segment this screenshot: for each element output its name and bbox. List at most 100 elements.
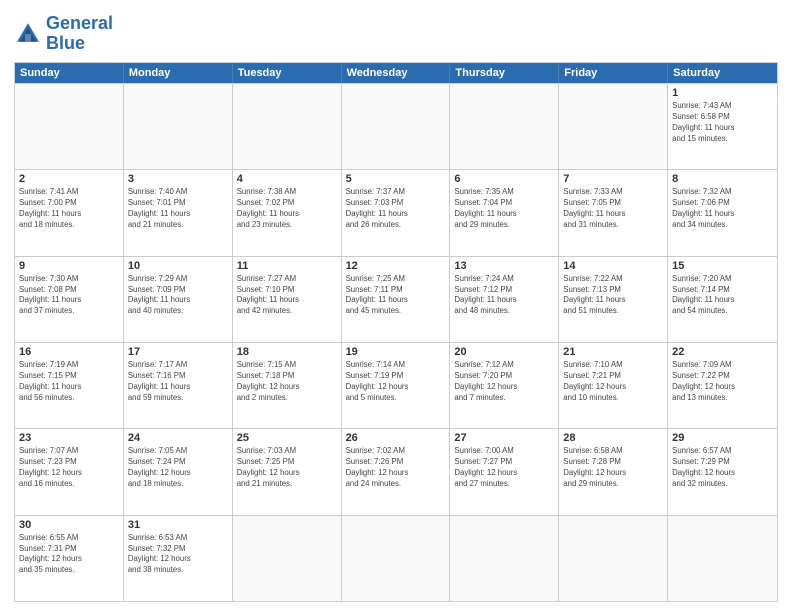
day-cell-14: 14 Sunrise: 7:22 AM Sunset: 7:13 PM Dayli… xyxy=(559,257,668,342)
logo-icon xyxy=(14,20,42,48)
empty-cell xyxy=(15,84,124,169)
calendar-week-6: 30Sunrise: 6:55 AM Sunset: 7:31 PM Dayli… xyxy=(15,515,777,601)
day-number: 10 xyxy=(128,260,228,272)
day-cell-21: 21Sunrise: 7:10 AM Sunset: 7:21 PM Dayli… xyxy=(559,343,668,428)
day-cell-5: 5 Sunrise: 7:37 AM Sunset: 7:03 PM Daylig… xyxy=(342,170,451,255)
day-number: 31 xyxy=(128,519,228,531)
day-number: 18 xyxy=(237,346,337,358)
day-cell-26: 26Sunrise: 7:02 AM Sunset: 7:26 PM Dayli… xyxy=(342,429,451,514)
sun-info: Sunrise: 7:17 AM Sunset: 7:16 PM Dayligh… xyxy=(128,360,228,404)
sun-info: Sunrise: 7:09 AM Sunset: 7:22 PM Dayligh… xyxy=(672,360,773,404)
day-cell-17: 17Sunrise: 7:17 AM Sunset: 7:16 PM Dayli… xyxy=(124,343,233,428)
day-cell-20: 20 Sunrise: 7:12 AM Sunset: 7:20 PM Dayli… xyxy=(450,343,559,428)
day-number: 29 xyxy=(672,432,773,444)
day-number: 5 xyxy=(346,173,446,185)
day-number: 30 xyxy=(19,519,119,531)
empty-cell xyxy=(450,516,559,601)
logo-text: GeneralBlue xyxy=(46,14,113,54)
day-number: 14 xyxy=(563,260,663,272)
empty-cell xyxy=(668,516,777,601)
sun-info: Sunrise: 7:33 AM Sunset: 7:05 PM Dayligh… xyxy=(563,187,663,231)
day-number: 12 xyxy=(346,260,446,272)
day-number: 15 xyxy=(672,260,773,272)
day-number: 28 xyxy=(563,432,663,444)
day-number: 19 xyxy=(346,346,446,358)
day-cell-3: 3 Sunrise: 7:40 AM Sunset: 7:01 PM Daylig… xyxy=(124,170,233,255)
day-number: 13 xyxy=(454,260,554,272)
day-cell-25: 25Sunrise: 7:03 AM Sunset: 7:25 PM Dayli… xyxy=(233,429,342,514)
sun-info: Sunrise: 7:19 AM Sunset: 7:15 PM Dayligh… xyxy=(19,360,119,404)
sun-info: Sunrise: 7:27 AM Sunset: 7:10 PM Dayligh… xyxy=(237,274,337,318)
col-header-monday: Monday xyxy=(124,63,233,83)
sun-info: Sunrise: 7:20 AM Sunset: 7:14 PM Dayligh… xyxy=(672,274,773,318)
day-number: 20 xyxy=(454,346,554,358)
day-cell-27: 27 Sunrise: 7:00 AM Sunset: 7:27 PM Dayli… xyxy=(450,429,559,514)
calendar-week-1: 1 Sunrise: 7:43 AM Sunset: 6:58 PM Daylig… xyxy=(15,83,777,169)
col-header-friday: Friday xyxy=(559,63,668,83)
empty-cell xyxy=(342,516,451,601)
sun-info: Sunrise: 6:57 AM Sunset: 7:29 PM Dayligh… xyxy=(672,446,773,490)
sun-info: Sunrise: 7:40 AM Sunset: 7:01 PM Dayligh… xyxy=(128,187,228,231)
sun-info: Sunrise: 7:24 AM Sunset: 7:12 PM Dayligh… xyxy=(454,274,554,318)
sun-info: Sunrise: 7:30 AM Sunset: 7:08 PM Dayligh… xyxy=(19,274,119,318)
empty-cell xyxy=(124,84,233,169)
day-number: 3 xyxy=(128,173,228,185)
day-cell-28: 28 Sunrise: 6:58 AM Sunset: 7:28 PM Dayli… xyxy=(559,429,668,514)
sun-info: Sunrise: 7:00 AM Sunset: 7:27 PM Dayligh… xyxy=(454,446,554,490)
day-cell-13: 13 Sunrise: 7:24 AM Sunset: 7:12 PM Dayli… xyxy=(450,257,559,342)
sun-info: Sunrise: 6:53 AM Sunset: 7:32 PM Dayligh… xyxy=(128,533,228,577)
day-number: 6 xyxy=(454,173,554,185)
day-number: 8 xyxy=(672,173,773,185)
day-cell-1: 1 Sunrise: 7:43 AM Sunset: 6:58 PM Daylig… xyxy=(668,84,777,169)
calendar-week-2: 2 Sunrise: 7:41 AM Sunset: 7:00 PM Daylig… xyxy=(15,169,777,255)
empty-cell xyxy=(342,84,451,169)
day-number: 11 xyxy=(237,260,337,272)
day-cell-31: 31 Sunrise: 6:53 AM Sunset: 7:32 PM Dayli… xyxy=(124,516,233,601)
col-header-sunday: Sunday xyxy=(15,63,124,83)
calendar: SundayMondayTuesdayWednesdayThursdayFrid… xyxy=(14,62,778,602)
sun-info: Sunrise: 7:41 AM Sunset: 7:00 PM Dayligh… xyxy=(19,187,119,231)
page-header: GeneralBlue xyxy=(14,14,778,54)
empty-cell xyxy=(233,516,342,601)
logo: GeneralBlue xyxy=(14,14,113,54)
day-number: 22 xyxy=(672,346,773,358)
empty-cell xyxy=(559,84,668,169)
sun-info: Sunrise: 7:03 AM Sunset: 7:25 PM Dayligh… xyxy=(237,446,337,490)
calendar-week-5: 23Sunrise: 7:07 AM Sunset: 7:23 PM Dayli… xyxy=(15,428,777,514)
day-cell-11: 11 Sunrise: 7:27 AM Sunset: 7:10 PM Dayli… xyxy=(233,257,342,342)
day-cell-10: 10 Sunrise: 7:29 AM Sunset: 7:09 PM Dayli… xyxy=(124,257,233,342)
day-cell-18: 18Sunrise: 7:15 AM Sunset: 7:18 PM Dayli… xyxy=(233,343,342,428)
day-cell-19: 19 Sunrise: 7:14 AM Sunset: 7:19 PM Dayli… xyxy=(342,343,451,428)
sun-info: Sunrise: 7:35 AM Sunset: 7:04 PM Dayligh… xyxy=(454,187,554,231)
calendar-week-3: 9 Sunrise: 7:30 AM Sunset: 7:08 PM Daylig… xyxy=(15,256,777,342)
sun-info: Sunrise: 7:22 AM Sunset: 7:13 PM Dayligh… xyxy=(563,274,663,318)
day-number: 27 xyxy=(454,432,554,444)
day-number: 4 xyxy=(237,173,337,185)
day-number: 2 xyxy=(19,173,119,185)
day-number: 9 xyxy=(19,260,119,272)
sun-info: Sunrise: 7:12 AM Sunset: 7:20 PM Dayligh… xyxy=(454,360,554,404)
day-cell-30: 30Sunrise: 6:55 AM Sunset: 7:31 PM Dayli… xyxy=(15,516,124,601)
sun-info: Sunrise: 6:58 AM Sunset: 7:28 PM Dayligh… xyxy=(563,446,663,490)
day-number: 26 xyxy=(346,432,446,444)
day-number: 1 xyxy=(672,87,773,99)
day-cell-22: 22 Sunrise: 7:09 AM Sunset: 7:22 PM Dayli… xyxy=(668,343,777,428)
sun-info: Sunrise: 7:38 AM Sunset: 7:02 PM Dayligh… xyxy=(237,187,337,231)
day-number: 7 xyxy=(563,173,663,185)
sun-info: Sunrise: 7:29 AM Sunset: 7:09 PM Dayligh… xyxy=(128,274,228,318)
calendar-body: 1 Sunrise: 7:43 AM Sunset: 6:58 PM Daylig… xyxy=(15,83,777,601)
col-header-saturday: Saturday xyxy=(668,63,777,83)
day-cell-9: 9 Sunrise: 7:30 AM Sunset: 7:08 PM Daylig… xyxy=(15,257,124,342)
day-cell-8: 8 Sunrise: 7:32 AM Sunset: 7:06 PM Daylig… xyxy=(668,170,777,255)
col-header-thursday: Thursday xyxy=(450,63,559,83)
sun-info: Sunrise: 7:07 AM Sunset: 7:23 PM Dayligh… xyxy=(19,446,119,490)
day-cell-7: 7 Sunrise: 7:33 AM Sunset: 7:05 PM Daylig… xyxy=(559,170,668,255)
sun-info: Sunrise: 7:14 AM Sunset: 7:19 PM Dayligh… xyxy=(346,360,446,404)
day-cell-2: 2 Sunrise: 7:41 AM Sunset: 7:00 PM Daylig… xyxy=(15,170,124,255)
day-cell-15: 15 Sunrise: 7:20 AM Sunset: 7:14 PM Dayli… xyxy=(668,257,777,342)
sun-info: Sunrise: 7:32 AM Sunset: 7:06 PM Dayligh… xyxy=(672,187,773,231)
sun-info: Sunrise: 7:37 AM Sunset: 7:03 PM Dayligh… xyxy=(346,187,446,231)
day-cell-6: 6 Sunrise: 7:35 AM Sunset: 7:04 PM Daylig… xyxy=(450,170,559,255)
sun-info: Sunrise: 7:05 AM Sunset: 7:24 PM Dayligh… xyxy=(128,446,228,490)
sun-info: Sunrise: 7:43 AM Sunset: 6:58 PM Dayligh… xyxy=(672,101,773,145)
